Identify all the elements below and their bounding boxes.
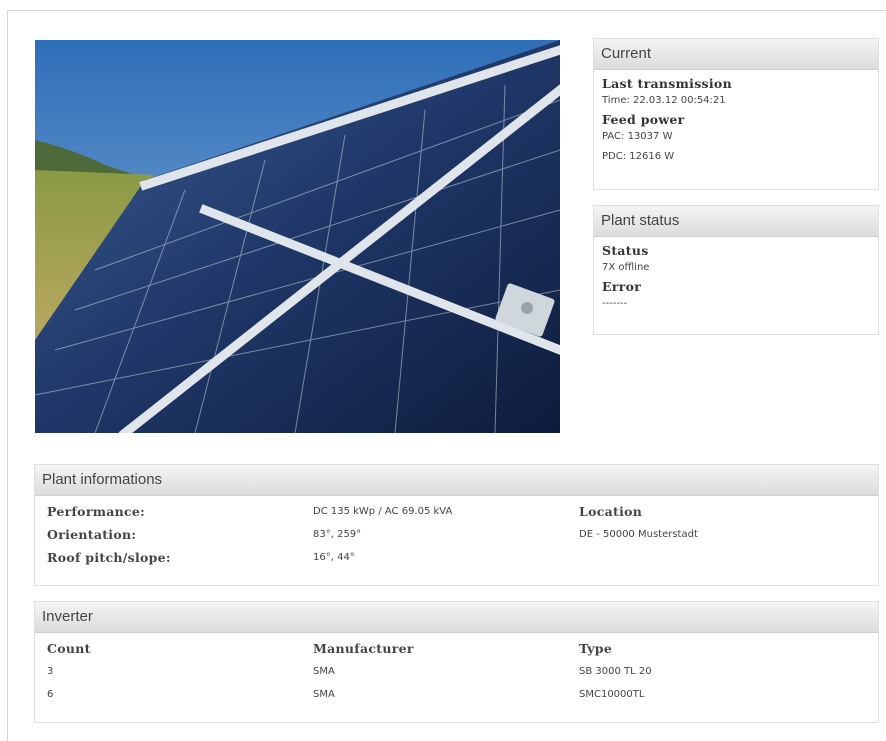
feed-power-label: Feed power: [602, 112, 685, 127]
status-value: 7X offline: [602, 262, 650, 273]
plant-informations-panel: Plant informations Performance: DC 135 k…: [34, 464, 879, 586]
orientation-value: 83°, 259°: [313, 529, 362, 540]
orientation-label: Orientation:: [47, 527, 137, 542]
pac-value: PAC: 13037 W: [602, 131, 673, 142]
table-cell-type: SMC10000TL: [579, 689, 645, 700]
error-value: -------: [602, 298, 628, 309]
solar-plant-photo: [35, 40, 560, 433]
table-cell-count: 6: [47, 689, 54, 700]
pdc-value: PDC: 12616 W: [602, 151, 675, 162]
table-cell-manufacturer: SMA: [313, 689, 335, 700]
plant-status-title: Plant status: [594, 206, 878, 237]
error-label: Error: [602, 279, 642, 294]
performance-value: DC 135 kWp / AC 69.05 kVA: [313, 506, 453, 517]
inverter-table: Count Manufacturer Type 3 SMA SB 3000 TL…: [47, 637, 866, 706]
plant-informations-title: Plant informations: [35, 465, 878, 496]
column-header-count: Count: [47, 641, 91, 656]
table-cell-manufacturer: SMA: [313, 666, 335, 677]
inverter-panel: Inverter Count Manufacturer Type 3 SMA S…: [34, 601, 879, 723]
roof-pitch-label: Roof pitch/slope:: [47, 550, 171, 565]
location-value: DE - 50000 Musterstadt: [579, 529, 698, 540]
empty-cell: [579, 546, 866, 569]
current-panel: Current Last transmission Time: 22.03.12…: [593, 38, 879, 190]
inverter-title: Inverter: [35, 602, 878, 633]
performance-label: Performance:: [47, 504, 146, 519]
transmission-time: Time: 22.03.12 00:54:21: [602, 95, 726, 106]
last-transmission-label: Last transmission: [602, 76, 732, 91]
location-label: Location: [579, 504, 643, 519]
plant-status-panel: Plant status Status 7X offline Error ---…: [593, 205, 879, 335]
current-panel-title: Current: [594, 39, 878, 70]
table-cell-count: 3: [47, 666, 54, 677]
status-label: Status: [602, 243, 649, 258]
column-header-manufacturer: Manufacturer: [313, 641, 414, 656]
roof-pitch-value: 16°, 44°: [313, 552, 355, 563]
column-header-type: Type: [579, 641, 613, 656]
table-cell-type: SB 3000 TL 20: [579, 666, 652, 677]
